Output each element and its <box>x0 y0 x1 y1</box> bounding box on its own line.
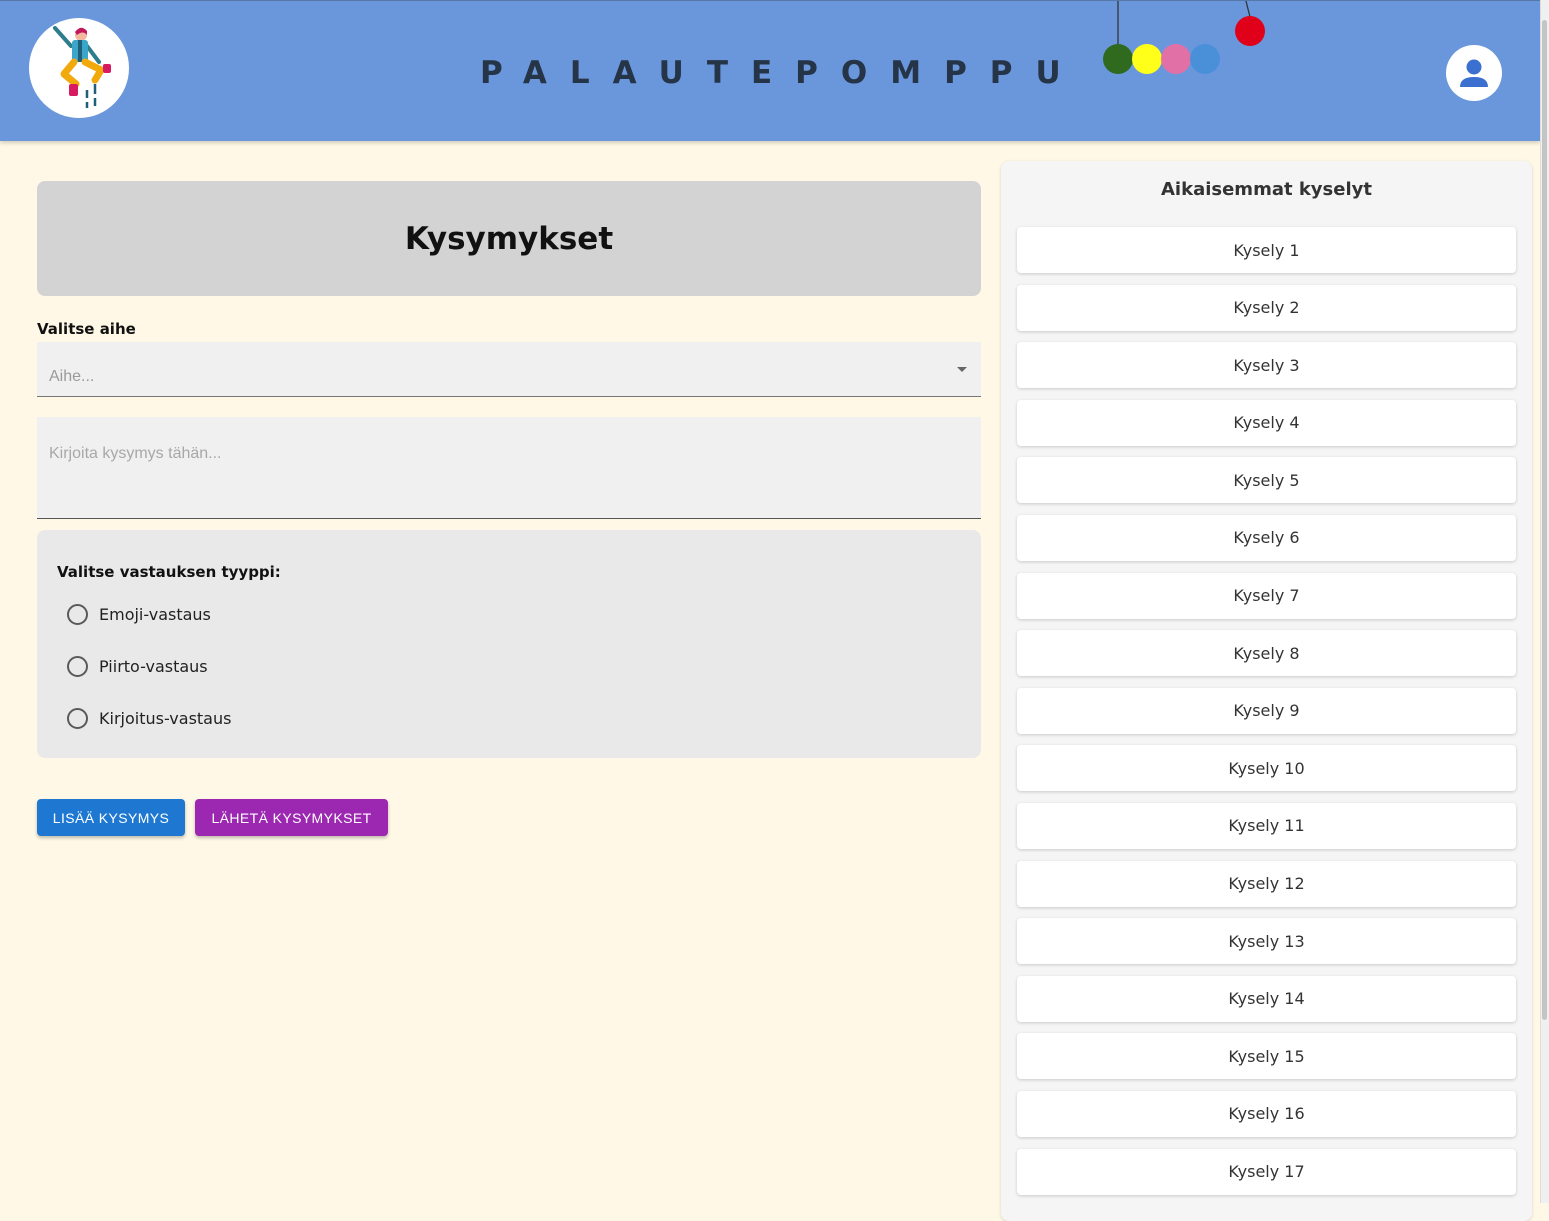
survey-item-9[interactable]: Kysely 9 <box>1017 687 1516 734</box>
ball-green <box>1103 44 1133 74</box>
questions-header-card: Kysymykset <box>37 181 981 296</box>
question-input[interactable] <box>37 417 981 519</box>
ball-red <box>1235 16 1265 46</box>
ball-pink <box>1161 44 1191 74</box>
topic-select[interactable]: Aihe... <box>37 342 981 397</box>
radio-circle-icon[interactable] <box>67 603 88 625</box>
survey-item-17[interactable]: Kysely 17 <box>1017 1148 1516 1195</box>
survey-item-3[interactable]: Kysely 3 <box>1017 342 1516 389</box>
user-account-button[interactable] <box>1446 45 1502 101</box>
topic-select-placeholder: Aihe... <box>49 368 95 385</box>
user-account-icon <box>1460 59 1488 87</box>
radio-option-emoji[interactable]: Emoji-vastaus <box>67 602 211 626</box>
survey-item-2[interactable]: Kysely 2 <box>1017 284 1516 331</box>
radio-circle-icon[interactable] <box>67 655 88 677</box>
page-scrollbar-thumb[interactable] <box>1542 20 1547 1020</box>
previous-surveys-panel: Aikaisemmat kyselyt Kysely 1 Kysely 2 Ky… <box>1001 161 1532 1221</box>
radio-option-writing[interactable]: Kirjoitus-vastaus <box>67 706 231 730</box>
survey-item-7[interactable]: Kysely 7 <box>1017 572 1516 619</box>
radio-label: Emoji-vastaus <box>99 604 211 624</box>
hanging-balls-decoration <box>1103 1 1265 74</box>
add-question-button[interactable]: LISÄÄ KYSYMYS <box>37 799 185 836</box>
answer-type-title: Valitse vastauksen tyyppi: <box>57 563 281 581</box>
survey-item-6[interactable]: Kysely 6 <box>1017 514 1516 561</box>
survey-item-16[interactable]: Kysely 16 <box>1017 1090 1516 1137</box>
radio-option-drawing[interactable]: Piirto-vastaus <box>67 654 208 678</box>
ball-yellow <box>1132 44 1162 74</box>
ball-blue <box>1190 44 1220 74</box>
topic-label: Valitse aihe <box>37 320 136 338</box>
answer-type-panel: Valitse vastauksen tyyppi: Emoji-vastaus… <box>37 530 981 758</box>
survey-item-1[interactable]: Kysely 1 <box>1017 227 1516 273</box>
page-title: Kysymykset <box>404 220 614 257</box>
survey-item-14[interactable]: Kysely 14 <box>1017 975 1516 1022</box>
app-header: PALAUTEPOMPPU <box>0 0 1540 141</box>
app-title: PALAUTEPOMPPU <box>480 55 1084 91</box>
previous-surveys-list: Kysely 1 Kysely 2 Kysely 3 Kysely 4 Kyse… <box>1017 227 1516 1206</box>
radio-label: Kirjoitus-vastaus <box>99 708 232 728</box>
survey-item-11[interactable]: Kysely 11 <box>1017 802 1516 849</box>
previous-surveys-title: Aikaisemmat kyselyt <box>1161 179 1372 200</box>
jumping-person-logo-icon <box>53 26 111 108</box>
survey-item-12[interactable]: Kysely 12 <box>1017 860 1516 907</box>
survey-item-15[interactable]: Kysely 15 <box>1017 1033 1516 1080</box>
survey-item-5[interactable]: Kysely 5 <box>1017 457 1516 504</box>
survey-item-8[interactable]: Kysely 8 <box>1017 630 1516 677</box>
send-questions-button[interactable]: LÄHETÄ KYSYMYKSET <box>195 799 388 836</box>
app-logo[interactable] <box>29 18 129 118</box>
radio-circle-icon[interactable] <box>67 707 88 729</box>
survey-item-10[interactable]: Kysely 10 <box>1017 745 1516 792</box>
dropdown-arrow-icon <box>957 367 967 372</box>
radio-label: Piirto-vastaus <box>99 656 208 676</box>
survey-item-13[interactable]: Kysely 13 <box>1017 918 1516 965</box>
survey-item-4[interactable]: Kysely 4 <box>1017 399 1516 446</box>
